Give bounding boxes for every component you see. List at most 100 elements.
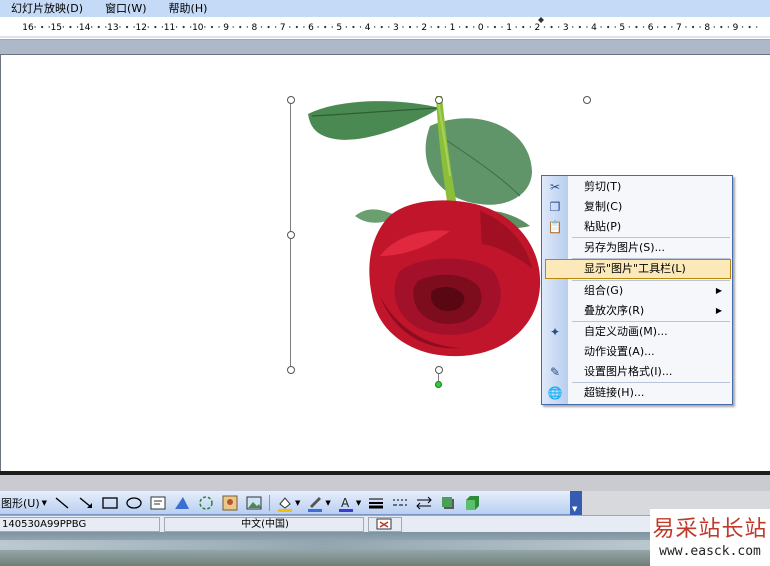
drawing-toolbar: 图形(U) ▼ ▼ ▼ A ▼ ▼: [0, 491, 582, 515]
menu-item-order[interactable]: 叠放次序(R) ▶: [542, 301, 732, 321]
submenu-arrow-icon: ▶: [715, 286, 722, 295]
ruler-tick-mark: [218, 26, 220, 28]
ruler-tick-mark: [465, 25, 468, 29]
fill-color-icon[interactable]: [276, 494, 294, 512]
chevron-down-icon[interactable]: ▼: [356, 499, 361, 507]
menu-item-label: 设置图片格式(I)...: [584, 365, 673, 378]
menu-item-hyperlink[interactable]: 🌐 超链接(H)...: [542, 383, 732, 403]
menu-slideshow[interactable]: 幻灯片放映(D): [0, 0, 93, 17]
ruler-tick-mark: [119, 26, 121, 28]
ruler-gap: [0, 40, 770, 54]
ruler-scale: 16 15 14 13 12 11 10 9 8 7 6 5 4 3 2 1 0 1 2 3 4 5 6 7 8 9: [0, 17, 770, 38]
diagram-tool-icon[interactable]: [197, 494, 215, 512]
spell-check-status[interactable]: [368, 517, 402, 532]
menu-item-label: 复制(C): [584, 200, 623, 213]
ruler-tick-label: 9: [733, 23, 739, 33]
ruler-tick-label: 7: [280, 23, 286, 33]
ruler-tick-label: 4: [591, 23, 597, 33]
ruler-tick-mark: [352, 25, 355, 29]
clipart-tool-icon[interactable]: [221, 494, 239, 512]
ruler-tick-label: 4: [365, 23, 371, 33]
shapes-menu-button[interactable]: 图形(U): [0, 495, 40, 511]
custom-animation-icon: ✦: [549, 325, 561, 339]
ruler-tick-mark: [69, 25, 72, 29]
rectangle-tool-icon[interactable]: [101, 494, 119, 512]
ruler-tick-mark: [90, 26, 93, 28]
menu-window[interactable]: 窗口(W): [93, 0, 156, 17]
menu-item-label: 叠放次序(R): [584, 304, 645, 317]
insert-picture-icon[interactable]: [245, 494, 263, 512]
menu-item-label: 剪切(T): [584, 180, 622, 193]
ruler-tick-mark: [699, 26, 701, 28]
menu-item-cut[interactable]: ✂ 剪切(T): [542, 177, 732, 197]
ruler-tick-mark: [685, 26, 687, 28]
oval-tool-icon[interactable]: [125, 494, 143, 512]
ruler-tick-mark: [671, 26, 673, 28]
svg-text:A: A: [341, 496, 350, 510]
ruler-tick-label: 2: [535, 23, 541, 33]
menu-item-label: 另存为图片(S)...: [584, 241, 666, 254]
rotation-handle[interactable]: [435, 381, 442, 388]
watermark-url: www.easck.com: [659, 544, 761, 559]
ruler-tick-mark: [515, 26, 517, 28]
arrow-style-icon[interactable]: [415, 494, 433, 512]
toolbar-options-button[interactable]: ▼: [570, 491, 582, 515]
menu-item-action-settings[interactable]: 动作设置(A)...: [542, 342, 732, 362]
rose-picture[interactable]: [300, 96, 550, 366]
ruler-tick-label: 5: [619, 23, 625, 33]
resize-handle-top[interactable]: [435, 96, 443, 104]
dash-style-icon[interactable]: [391, 494, 409, 512]
ruler-tick-mark: [756, 26, 758, 28]
menu-item-group[interactable]: 组合(G) ▶: [542, 281, 732, 301]
ruler-tick-label: 15: [51, 23, 62, 33]
ruler-tick-mark: [239, 25, 242, 29]
shadow-style-icon[interactable]: [439, 494, 457, 512]
menu-help[interactable]: 帮助(H): [157, 0, 218, 17]
resize-handle-bottom-left[interactable]: [287, 366, 295, 374]
resize-handle-left[interactable]: [287, 231, 295, 239]
ruler-tick-label: 11: [164, 23, 175, 33]
horizontal-ruler[interactable]: 16 15 14 13 12 11 10 9 8 7 6 5 4 3 2 1 0 1 2 3 4 5 6 7 8 9: [0, 17, 770, 40]
context-menu: ✂ 剪切(T) ❐ 复制(C) 📋 粘贴(P) 另存为图片(S)... 显示"图…: [541, 175, 733, 405]
ruler-tick-mark: [373, 26, 376, 28]
ruler-tick-mark: [289, 26, 291, 28]
menu-item-custom-animation[interactable]: ✦ 自定义动画(M)...: [542, 322, 732, 342]
ruler-tick-mark: [614, 26, 616, 28]
ruler-tick-label: 5: [336, 23, 342, 33]
menu-item-copy[interactable]: ❐ 复制(C): [542, 197, 732, 217]
font-color-icon[interactable]: A: [337, 494, 355, 512]
3d-style-icon[interactable]: [463, 494, 481, 512]
ruler-tick-mark: [663, 25, 666, 29]
line-tool-icon[interactable]: [53, 494, 71, 512]
status-bar: 140530A99PPBG 中文(中国): [0, 515, 650, 532]
line-style-icon[interactable]: [367, 494, 385, 512]
resize-handle-bottom[interactable]: [435, 366, 443, 374]
chevron-down-icon: ▼: [41, 498, 48, 507]
resize-handle-top-left[interactable]: [287, 96, 295, 104]
ruler-tick-label: 9: [223, 23, 229, 33]
ruler-tick-mark: [331, 26, 333, 28]
menu-item-format-picture[interactable]: ✎ 设置图片格式(I)...: [542, 362, 732, 382]
ruler-tick-label: 1: [450, 23, 456, 33]
menu-item-save-as-picture[interactable]: 另存为图片(S)...: [542, 238, 732, 258]
arrow-tool-icon[interactable]: [77, 494, 95, 512]
ruler-tick-mark: [303, 26, 305, 28]
ruler-tick-label: 6: [648, 23, 654, 33]
chevron-down-icon[interactable]: ▼: [295, 499, 300, 507]
ruler-tick-mark: [416, 26, 418, 28]
ruler-tick-label: 1: [506, 23, 512, 33]
chevron-down-icon[interactable]: ▼: [325, 499, 330, 507]
ruler-tick-mark: [402, 26, 404, 28]
toolbar-separator: [269, 494, 271, 511]
hyperlink-icon: 🌐: [547, 386, 563, 400]
line-color-icon[interactable]: [306, 494, 324, 512]
ruler-tick-mark: [175, 26, 178, 28]
scissors-icon: ✂: [549, 180, 561, 194]
menu-item-paste[interactable]: 📋 粘贴(P): [542, 217, 732, 237]
wordart-tool-icon[interactable]: [173, 494, 191, 512]
ruler-tick-mark: [713, 26, 715, 28]
menu-item-show-picture-toolbar[interactable]: 显示"图片"工具栏(L): [545, 259, 731, 279]
textbox-tool-icon[interactable]: [149, 494, 167, 512]
resize-handle-top-right[interactable]: [583, 96, 591, 104]
menu-item-label: 动作设置(A)...: [584, 345, 655, 358]
